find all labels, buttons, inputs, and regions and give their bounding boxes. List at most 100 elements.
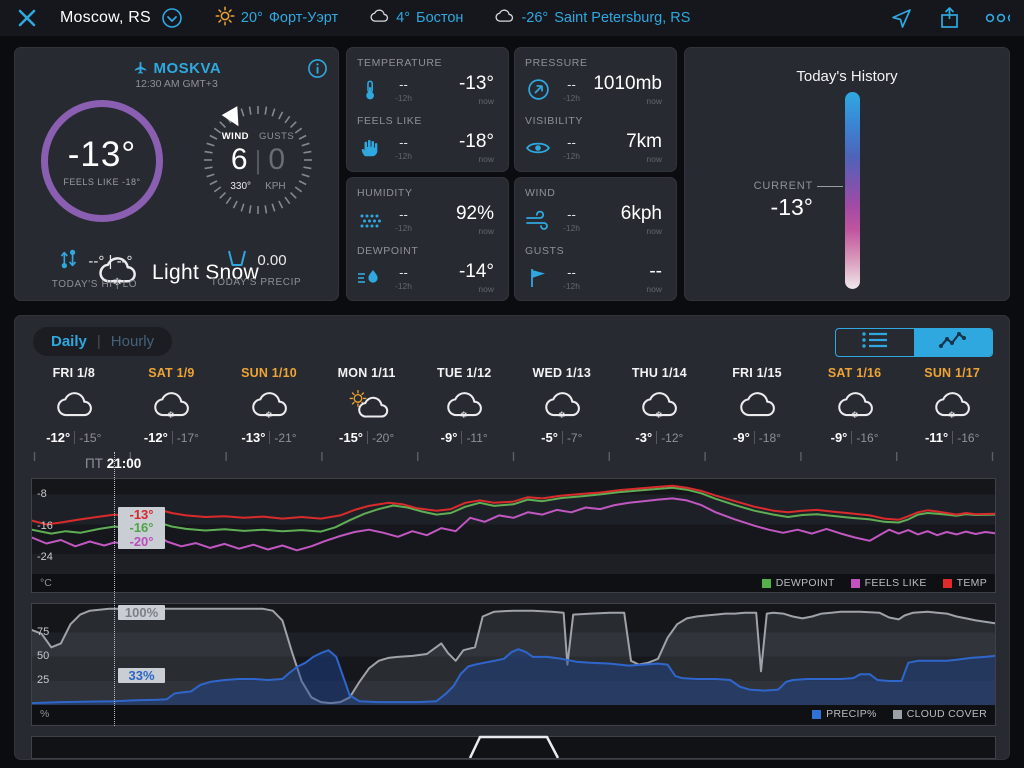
- stat-block: FEELS LIKE ---12h -18°now: [347, 106, 508, 164]
- temperature-feelslike-card: TEMPERATURE ---12h -13°now FEELS LIKE --…: [346, 47, 509, 172]
- legend-item: DEWPOINT: [762, 577, 835, 589]
- cursor-value-label: -20°: [118, 534, 165, 549]
- stat-block: PRESSURE ---12h 1010mbnow: [515, 48, 676, 106]
- wind-speed: 6: [231, 143, 248, 177]
- forecast-day[interactable]: SUN 1/10 ❄ -13° -21°: [220, 366, 318, 445]
- today-hi-lo-value: --° | --°: [88, 253, 132, 270]
- stat-block: HUMIDITY ---12h 92%now: [347, 178, 508, 236]
- list-icon: [860, 330, 890, 355]
- legend-item: TEMP: [943, 577, 987, 589]
- forecast-panel: Daily | Hourly FRI 1/8 -12° -15° SAT 1/9…: [14, 315, 1010, 760]
- forecast-tabs: Daily | Hourly: [33, 327, 172, 356]
- observation-time: 12:30 AM GMT+3: [15, 78, 338, 90]
- weather-icon: [318, 384, 416, 426]
- forecast-day[interactable]: TUE 1/12 ❄ -9° -11°: [415, 366, 513, 445]
- temperature-chart[interactable]: -8-16-24-13°-16°-20° °C DEWPOINTFEELS LI…: [31, 478, 996, 593]
- next-chart-preview-strip: [31, 736, 996, 759]
- weather-icon: ❄: [123, 384, 221, 426]
- forecast-day[interactable]: SUN 1/17 ❄ -11° -16°: [903, 366, 1001, 445]
- y-axis-tick: 50: [37, 650, 49, 662]
- y-axis-tick: 75: [37, 626, 49, 638]
- city-name: Форт-Уэрт: [269, 10, 338, 26]
- cursor-value-label: 33%: [118, 668, 165, 683]
- chart-view-button[interactable]: [915, 329, 993, 356]
- current-temp: -13°: [68, 135, 137, 175]
- y-axis-tick: 25: [37, 674, 49, 686]
- svg-text:❄: ❄: [265, 410, 273, 420]
- svg-text:❄: ❄: [558, 410, 566, 420]
- history-gradient-bar[interactable]: [845, 92, 860, 289]
- city-name: Saint Petersburg, RS: [554, 10, 690, 26]
- weather-icon: [708, 384, 806, 426]
- stat-block: TEMPERATURE ---12h -13°now: [347, 48, 508, 106]
- today-precip-label: TODAY'S PRECIP: [211, 277, 302, 288]
- cloud-icon: [368, 8, 390, 28]
- wind-label: WIND: [222, 131, 249, 142]
- share-icon[interactable]: [936, 5, 962, 31]
- todays-history-panel: Today's History CURRENT -13°: [684, 47, 1010, 301]
- stat-block: DEWPOINT ---12h -14°now: [347, 236, 508, 294]
- precip-cloud-chart[interactable]: 755025100%33% % PRECIP%CLOUD COVER: [31, 603, 996, 726]
- close-icon[interactable]: [14, 5, 40, 31]
- windicon-icon: [525, 210, 551, 230]
- gusts-label: GUSTS: [259, 131, 294, 142]
- forecast-day[interactable]: FRI 1/8 -12° -15°: [25, 366, 123, 445]
- forecast-day[interactable]: FRI 1/15 -9° -18°: [708, 366, 806, 445]
- tab-hourly[interactable]: Hourly: [111, 333, 154, 350]
- history-pointer-line: [817, 186, 843, 187]
- dewpoint-icon: [357, 267, 383, 289]
- svg-text:❄: ❄: [167, 410, 175, 420]
- precip-bucket-icon: [225, 248, 249, 272]
- forecast-day[interactable]: WED 1/13 ❄ -5° -7°: [513, 366, 611, 445]
- list-view-button[interactable]: [836, 329, 915, 356]
- flag-icon: [525, 267, 551, 289]
- saved-city-fort-worth[interactable]: 20° Форт-Уэрт: [215, 6, 338, 30]
- info-icon[interactable]: [307, 58, 328, 84]
- plane-icon: [132, 60, 149, 77]
- locate-me-icon[interactable]: [888, 5, 914, 31]
- humdots-icon: [357, 210, 383, 230]
- forecast-days-row: FRI 1/8 -12° -15° SAT 1/9 ❄ -12° -17° SU…: [25, 366, 1001, 445]
- stat-block: VISIBILITY ---12h 7kmnow: [515, 106, 676, 164]
- city-temp: 20°: [241, 10, 263, 26]
- station-name: MOSKVA: [15, 60, 338, 77]
- forecast-day[interactable]: SAT 1/16 ❄ -9° -16°: [806, 366, 904, 445]
- legend-item: FEELS LIKE: [851, 577, 927, 589]
- saved-city-saint-petersburg[interactable]: -26° Saint Petersburg, RS: [493, 8, 690, 28]
- eye-icon: [525, 139, 551, 157]
- today-hi-lo-label: TODAY'S HI | LO: [52, 279, 137, 290]
- svg-text:❄: ❄: [655, 410, 663, 420]
- cursor-time-label: ПТ 21:00: [85, 456, 141, 471]
- more-options-icon[interactable]: [984, 5, 1010, 31]
- forecast-day[interactable]: SAT 1/9 ❄ -12° -17°: [123, 366, 221, 445]
- weather-icon: ❄: [806, 384, 904, 426]
- wind-gusts-card: WIND ---12h 6kphnow GUSTS ---12h --now: [514, 177, 677, 301]
- time-cursor-line[interactable]: [114, 452, 115, 726]
- wind-direction: 330°: [230, 181, 251, 192]
- stat-block: GUSTS ---12h --now: [515, 236, 676, 294]
- chart-unit: °C: [40, 577, 52, 589]
- weather-icon: ❄: [903, 384, 1001, 426]
- tab-daily[interactable]: Daily: [51, 333, 87, 350]
- chevron-down-icon[interactable]: [159, 5, 185, 31]
- saved-city-boston[interactable]: 4° Бостон: [368, 8, 463, 28]
- pressarrow-icon: [525, 78, 551, 101]
- cursor-value-label: -16°: [118, 520, 165, 535]
- legend-item: PRECIP%: [812, 708, 877, 720]
- svg-text:❄: ❄: [460, 410, 468, 420]
- current-conditions-panel: MOSKVA 12:30 AM GMT+3 -13° FEELS LIKE -1…: [14, 47, 339, 301]
- forecast-day[interactable]: MON 1/11 -15° -20°: [318, 366, 416, 445]
- hand-icon: [357, 137, 383, 159]
- chart-unit: %: [40, 708, 49, 720]
- humidity-dewpoint-card: HUMIDITY ---12h 92%now DEWPOINT ---12h -…: [346, 177, 509, 301]
- weather-icon: ❄: [415, 384, 513, 426]
- pressure-visibility-card: PRESSURE ---12h 1010mbnow VISIBILITY ---…: [514, 47, 677, 172]
- wind-unit: KPH: [265, 181, 286, 192]
- legend-item: CLOUD COVER: [893, 708, 987, 720]
- view-mode-toggle: [835, 328, 993, 357]
- history-current-value: -13°: [725, 194, 813, 221]
- forecast-day[interactable]: THU 1/14 ❄ -3° -12°: [611, 366, 709, 445]
- wind-gauge: WIND GUSTS 6 | 0 330° KPH: [193, 95, 323, 225]
- thermometer-icon: [357, 78, 383, 102]
- y-axis-tick: -16: [37, 520, 53, 532]
